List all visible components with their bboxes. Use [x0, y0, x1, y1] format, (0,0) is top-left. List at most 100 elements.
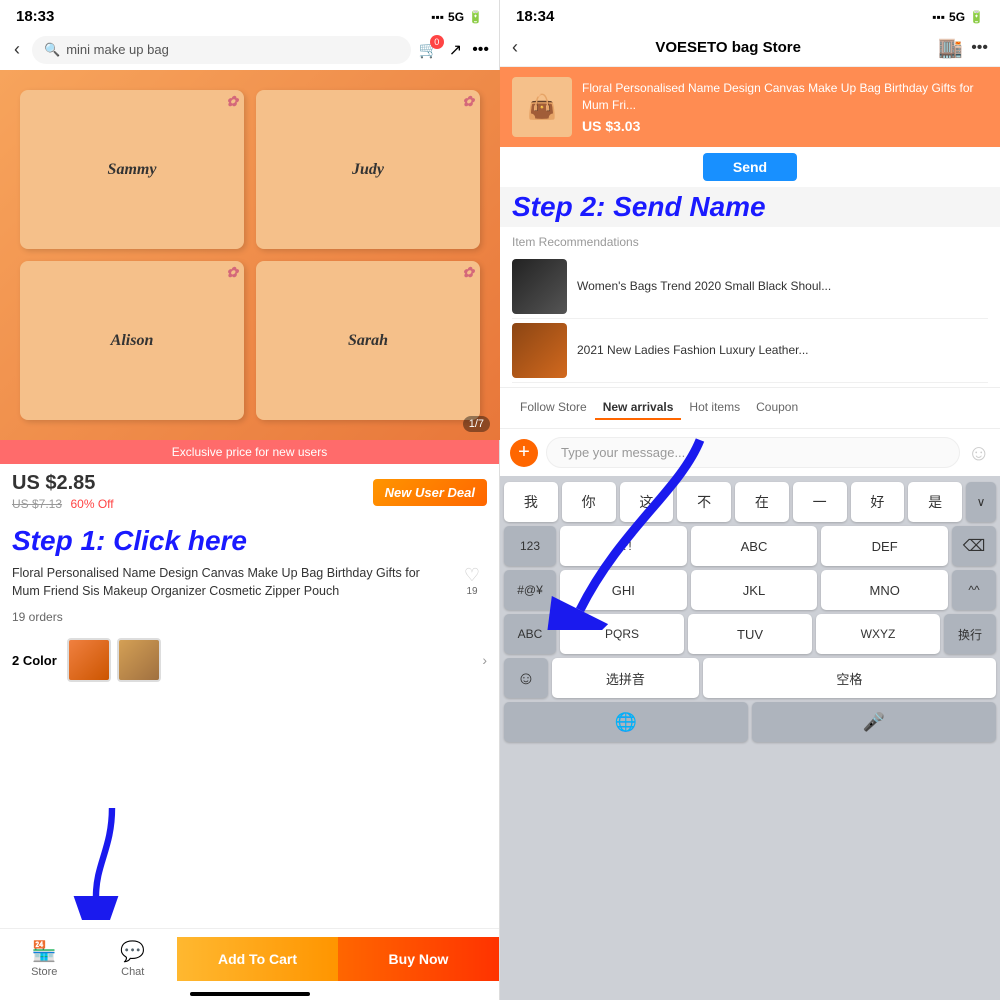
tab-coupon[interactable]: Coupon: [748, 396, 806, 420]
key-wo[interactable]: 我: [504, 482, 558, 522]
key-space[interactable]: 空格: [703, 658, 996, 698]
right-top-bar: ‹ VOESETO bag Store 🏬 •••: [500, 29, 1000, 67]
key-zhe[interactable]: 这: [620, 482, 674, 522]
key-bu[interactable]: 不: [677, 482, 731, 522]
add-to-cart-button[interactable]: Add To Cart: [177, 937, 338, 981]
nav-store[interactable]: 🏪 Store: [0, 935, 89, 982]
share-icon[interactable]: ↗: [449, 40, 462, 60]
key-jkl[interactable]: JKL: [691, 570, 818, 610]
plus-button[interactable]: +: [510, 439, 538, 467]
tab-new-arrivals[interactable]: New arrivals: [595, 396, 682, 420]
bags-grid: Sammy Judy Alison Sarah: [0, 70, 500, 440]
product-card-title: Floral Personalised Name Design Canvas M…: [582, 80, 988, 114]
key-tuv[interactable]: TUV: [688, 614, 812, 654]
battery-icon: 🔋: [468, 10, 483, 24]
home-indicator: [190, 992, 310, 996]
emoji-button[interactable]: ☺: [968, 440, 990, 466]
left-status-icons: ▪▪▪ 5G 🔋: [431, 10, 483, 24]
key-yi[interactable]: 一: [793, 482, 847, 522]
key-zai[interactable]: 在: [735, 482, 789, 522]
right-back-button[interactable]: ‹: [512, 37, 518, 58]
right-panel: 18:34 ▪▪▪ 5G 🔋 ‹ VOESETO bag Store 🏬 •••…: [500, 0, 1000, 1000]
wishlist-count: 19: [466, 586, 477, 597]
left-top-bar: ‹ 🔍 mini make up bag 🛒 0 ↗ •••: [0, 29, 499, 70]
right-status-icons: ▪▪▪ 5G 🔋: [932, 10, 984, 24]
key-mno[interactable]: MNO: [821, 570, 948, 610]
search-icon: 🔍: [44, 42, 60, 58]
store-title: VOESETO bag Store: [526, 39, 930, 56]
left-time: 18:33: [16, 8, 54, 25]
key-wxyz[interactable]: WXYZ: [816, 614, 940, 654]
key-expand[interactable]: ∨: [966, 482, 996, 522]
signal-icon: ▪▪▪: [431, 10, 444, 24]
current-price: US $2.85: [12, 472, 95, 494]
key-hao[interactable]: 好: [851, 482, 905, 522]
new-user-deal: New User Deal: [373, 479, 487, 507]
product-card[interactable]: 👜 Floral Personalised Name Design Canvas…: [500, 67, 1000, 147]
right-status-bar: 18:34 ▪▪▪ 5G 🔋: [500, 0, 1000, 29]
nav-store-label: Store: [31, 966, 57, 978]
color-arrow-icon[interactable]: ›: [482, 652, 487, 668]
orders-text: 19 orders: [0, 604, 499, 630]
message-input[interactable]: Type your message...: [546, 437, 960, 468]
keyboard: 我 你 这 不 在 一 好 是 ∨ 123 ,.?! ABC DEF ⌫ #@¥: [500, 476, 1000, 1000]
key-abc-1[interactable]: ABC: [691, 526, 818, 566]
color-swatches: [67, 638, 473, 682]
send-button[interactable]: Send: [703, 153, 797, 181]
bag-sarah: Sarah: [256, 261, 480, 420]
price-row: US $2.85 US $7.13 60% Off New User Deal: [0, 464, 499, 521]
top-icons: 🛒 0 ↗ •••: [419, 40, 489, 60]
nav-chat[interactable]: 💬 Chat: [89, 935, 178, 982]
step1-label: Step 1: Click here: [0, 521, 499, 561]
product-card-price: US $3.03: [582, 118, 988, 134]
rec-item-2[interactable]: 2021 New Ladies Fashion Luxury Leather..…: [512, 319, 988, 383]
key-abc-2[interactable]: ABC: [504, 614, 556, 654]
rec-item-1[interactable]: Women's Bags Trend 2020 Small Black Shou…: [512, 255, 988, 319]
store-icon: 🏪: [32, 939, 57, 964]
key-caps[interactable]: ^^: [952, 570, 996, 610]
key-shi[interactable]: 是: [908, 482, 962, 522]
right-network-type: 5G: [949, 10, 965, 24]
keyboard-row-5: ☺ 选拼音 空格: [504, 658, 996, 698]
tab-hot-items[interactable]: Hot items: [681, 396, 748, 420]
item-recommendations: Item Recommendations Women's Bags Trend …: [500, 227, 1000, 387]
price-left: US $2.85 US $7.13 60% Off: [12, 472, 114, 513]
rec-thumb-2: [512, 323, 567, 378]
key-globe[interactable]: 🌐: [504, 702, 748, 742]
more-icon[interactable]: •••: [472, 41, 489, 59]
step2-label: Step 2: Send Name: [500, 187, 1000, 227]
key-huanxing[interactable]: 换行: [944, 614, 996, 654]
wishlist-button[interactable]: ♡ 19: [457, 565, 487, 597]
nav-chat-label: Chat: [121, 966, 144, 978]
key-ghi[interactable]: GHI: [560, 570, 687, 610]
key-123[interactable]: 123: [504, 526, 556, 566]
product-title: Floral Personalised Name Design Canvas M…: [12, 565, 449, 600]
key-mic[interactable]: 🎤: [752, 702, 996, 742]
left-status-bar: 18:33 ▪▪▪ 5G 🔋: [0, 0, 499, 29]
key-punc[interactable]: ,.?!: [560, 526, 687, 566]
color-section: 2 Color ›: [0, 630, 499, 690]
original-price: US $7.13: [12, 497, 62, 511]
key-pinyin[interactable]: 选拼音: [552, 658, 699, 698]
rec-thumb-1: [512, 259, 567, 314]
key-def[interactable]: DEF: [821, 526, 948, 566]
back-button[interactable]: ‹: [10, 35, 24, 64]
tab-follow-store[interactable]: Follow Store: [512, 396, 595, 420]
cart-button[interactable]: 🛒 0: [419, 40, 439, 60]
color-swatch-2[interactable]: [117, 638, 161, 682]
key-delete[interactable]: ⌫: [952, 526, 996, 566]
key-pqrs[interactable]: PQRS: [560, 614, 684, 654]
chat-tabs: Follow Store New arrivals Hot items Coup…: [500, 387, 1000, 428]
search-box[interactable]: 🔍 mini make up bag: [32, 36, 411, 64]
bag-judy: Judy: [256, 90, 480, 249]
network-type: 5G: [448, 10, 464, 24]
right-store-icon[interactable]: 🏬: [938, 35, 963, 60]
buy-now-button[interactable]: Buy Now: [338, 937, 499, 981]
key-ni[interactable]: 你: [562, 482, 616, 522]
color-swatch-1[interactable]: [67, 638, 111, 682]
key-emoji[interactable]: ☺: [504, 658, 548, 698]
image-counter: 1/7: [463, 416, 490, 432]
right-more-icon[interactable]: •••: [971, 39, 988, 57]
bottom-nav: 🏪 Store 💬 Chat Add To Cart Buy Now: [0, 928, 499, 988]
key-special[interactable]: #@¥: [504, 570, 556, 610]
